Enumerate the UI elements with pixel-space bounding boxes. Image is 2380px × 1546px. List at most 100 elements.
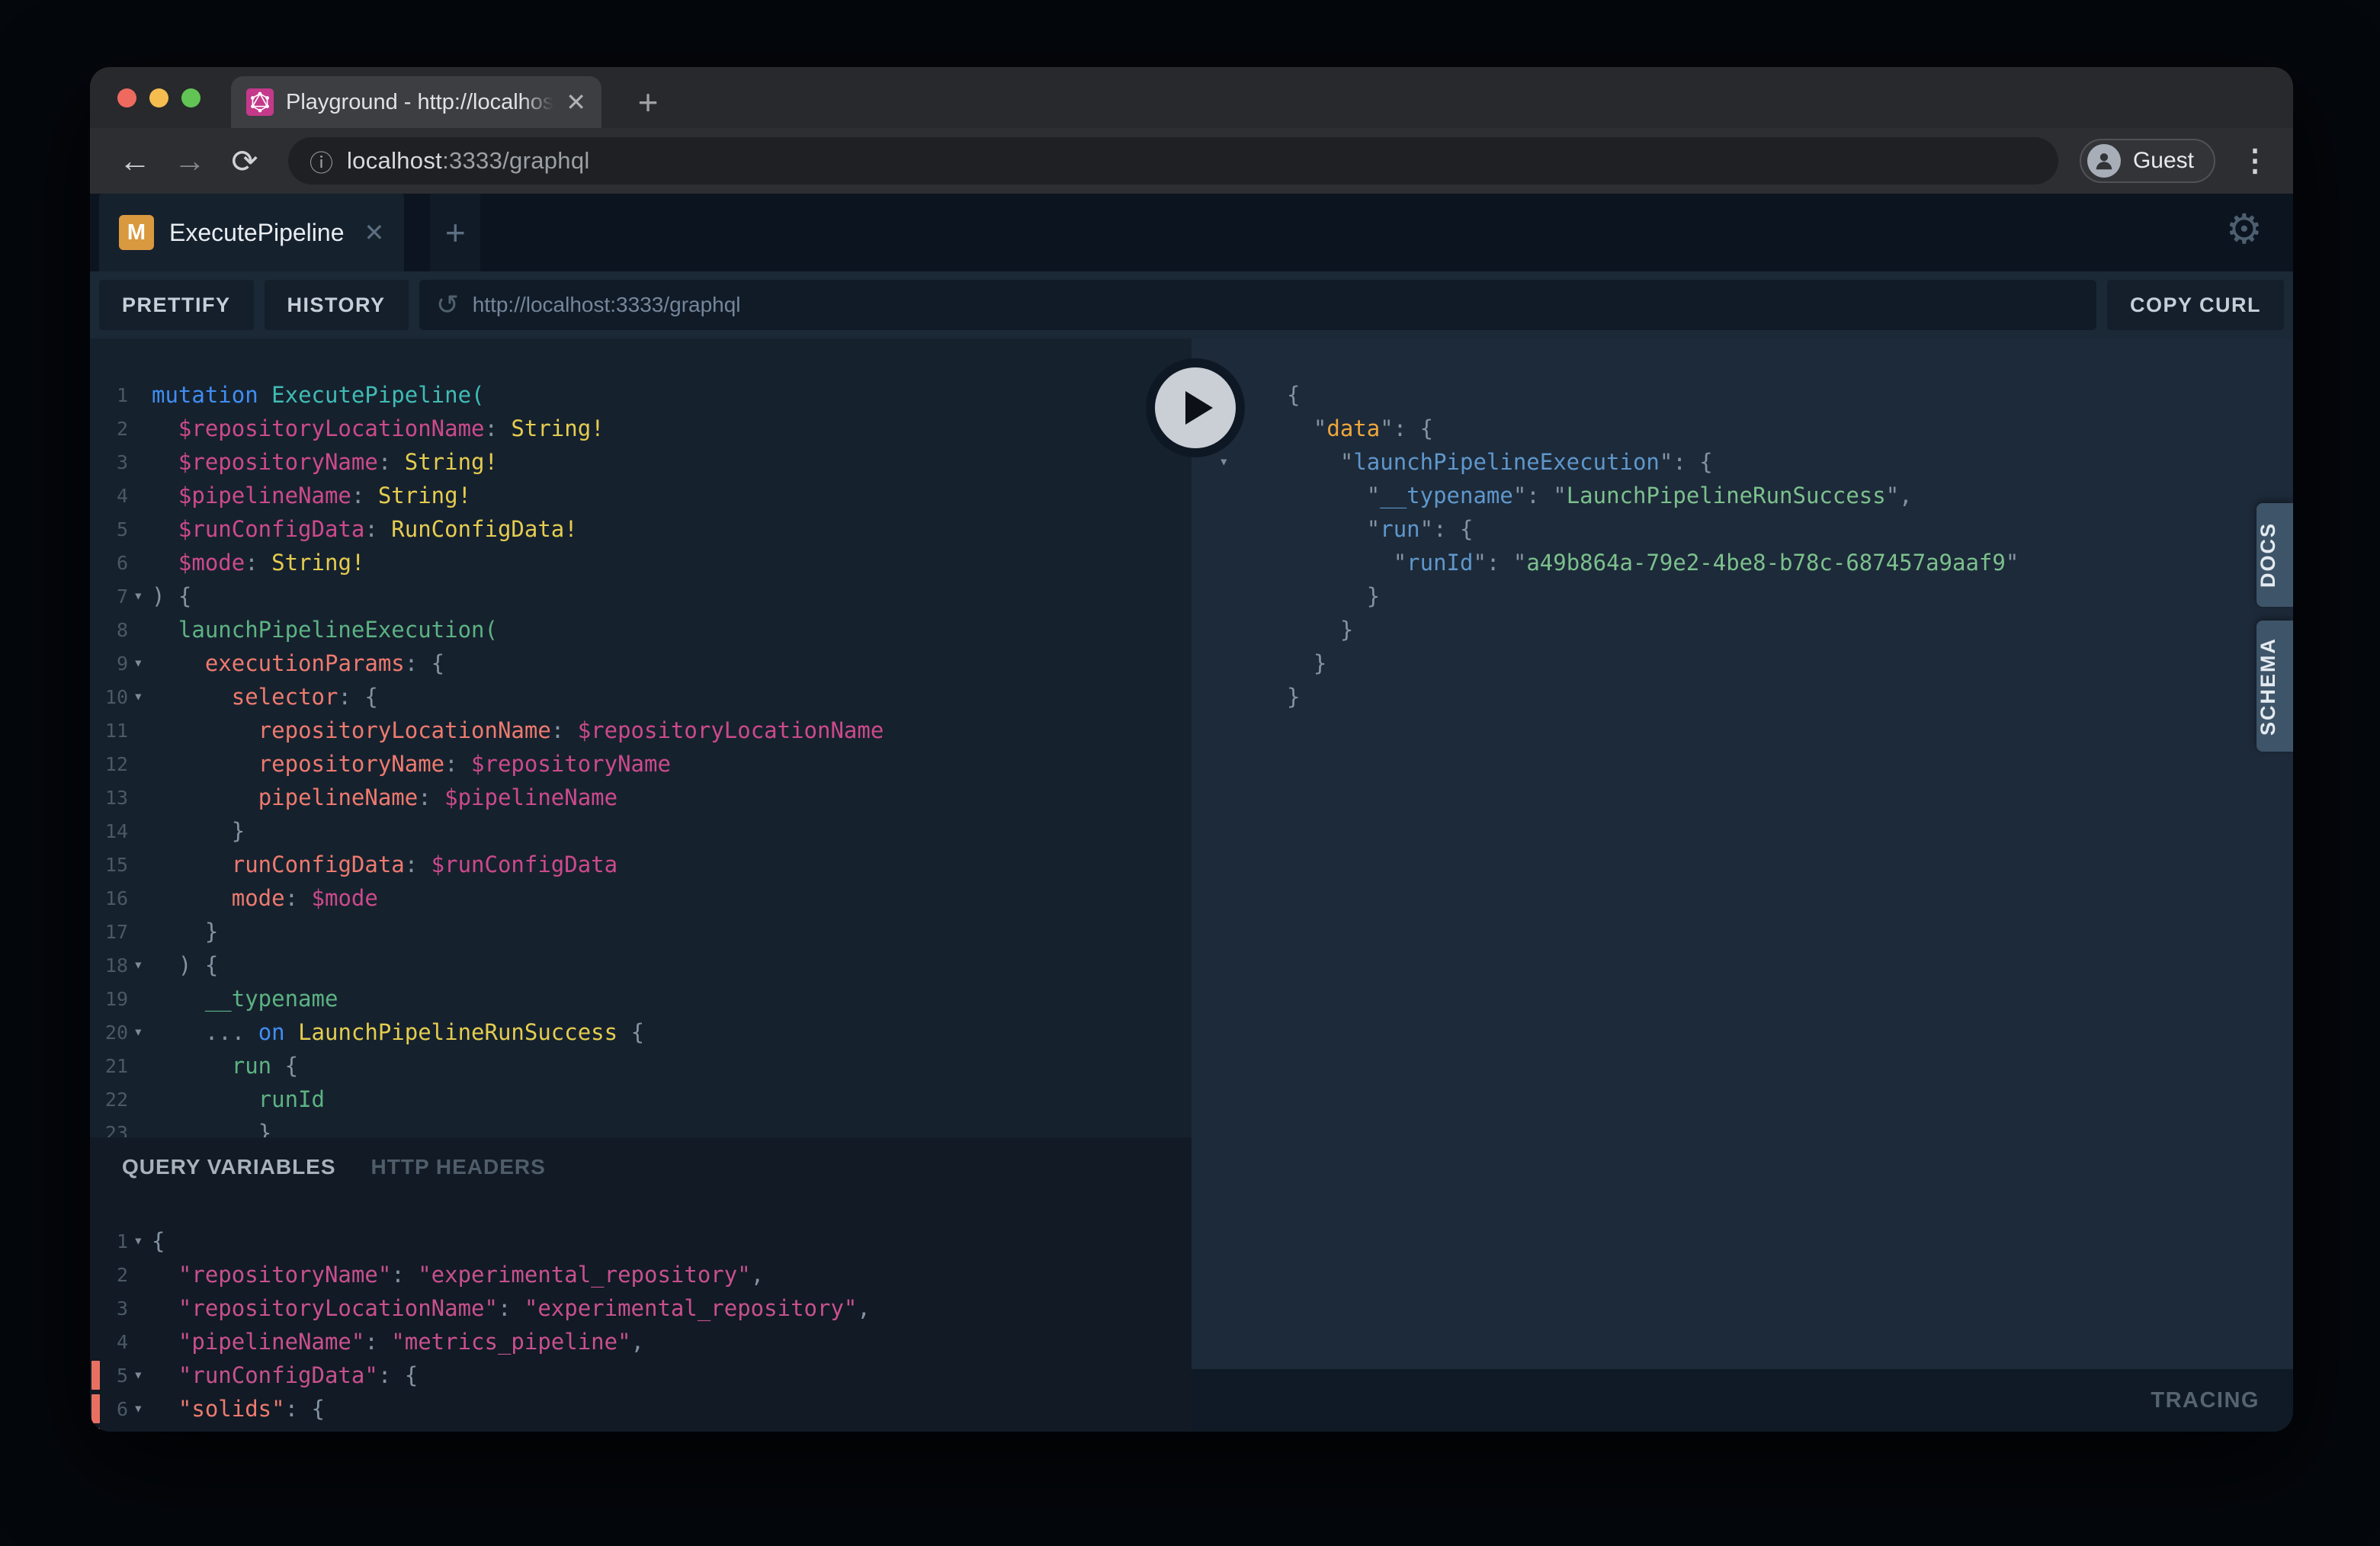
zoom-window-button[interactable] [181,88,200,107]
code-token: : { [391,1429,431,1432]
code-token: run [232,1053,271,1079]
settings-gear-icon[interactable]: ⚙ [2226,209,2263,250]
code-line[interactable]: 4 $pipelineName: String! [90,479,1192,512]
code-token: "metrics_pipeline" [391,1329,630,1355]
code-line[interactable]: "run": { [1192,512,2293,546]
code-token [152,1120,258,1137]
code-line[interactable]: 3 "repositoryLocationName": "experimenta… [90,1291,1192,1325]
tab-query-variables[interactable]: QUERY VARIABLES [122,1155,336,1179]
code-line[interactable]: 6 $mode: String! [90,546,1192,579]
code-token: $repositoryName [471,751,671,777]
reload-icon[interactable]: ⟳ [223,143,267,180]
code-line[interactable]: 2 $repositoryLocationName: String! [90,412,1192,445]
browser-menu-icon[interactable]: ⋮ [2240,143,2270,178]
tab-http-headers[interactable]: HTTP HEADERS [371,1155,546,1179]
line-number: 20 [90,1015,128,1050]
fold-arrow-icon[interactable]: ▾ [133,1425,143,1432]
forward-icon[interactable]: → [168,143,212,179]
code-line[interactable]: 11 repositoryLocationName: $repositoryLo… [90,714,1192,747]
code-line[interactable]: 7▾) { [90,579,1192,613]
tab-close-icon[interactable]: ✕ [566,88,586,117]
code-line[interactable]: 17 } [90,915,1192,948]
code-token: ) { [178,952,218,978]
code-line[interactable]: 6▾ "solids": { [90,1392,1192,1426]
history-button[interactable]: HISTORY [265,280,409,330]
response-viewer[interactable]: ▾{▾ "data": {▾ "launchPipelineExecution"… [1192,338,2293,1369]
query-editor[interactable]: 1mutation ExecutePipeline(2 $repositoryL… [90,338,1192,1137]
code-token: : [418,784,444,810]
code-line[interactable]: ▾ "launchPipelineExecution": { [1192,445,2293,479]
new-tab-button[interactable]: + [628,82,668,122]
code-token [152,952,178,978]
code-token: ": { [1420,516,1474,542]
code-line[interactable]: "runId": "a49b864a-79e2-4be8-b78c-687457… [1192,546,2293,579]
code-line[interactable]: } [1192,680,2293,714]
code-line[interactable]: 22 runId [90,1083,1192,1116]
code-token [1287,516,1367,542]
fold-arrow-icon[interactable]: ▾ [133,1224,143,1257]
code-token: : [285,885,312,911]
line-number: 8 [90,613,128,648]
request-toolbar: PRETTIFY HISTORY ↻ http://localhost:3333… [90,271,2293,338]
code-line[interactable]: 15 runConfigData: $runConfigData [90,848,1192,881]
code-line[interactable]: 4 "pipelineName": "metrics_pipeline", [90,1325,1192,1358]
site-info-icon[interactable]: ⓘ [310,144,333,178]
code-line[interactable]: 7▾ "save_metrics": { [90,1426,1192,1432]
code-line[interactable]: 10▾ selector: { [90,680,1192,714]
session-tab-executepipeline[interactable]: M ExecutePipeline ✕ [99,194,404,271]
code-line[interactable]: 9▾ executionParams: { [90,646,1192,680]
fold-arrow-icon[interactable]: ▾ [133,579,143,612]
endpoint-input[interactable]: ↻ http://localhost:3333/graphql [419,280,2096,330]
code-token: } [1367,583,1380,609]
code-line[interactable]: "__typename": "LaunchPipelineRunSuccess"… [1192,479,2293,512]
code-line[interactable]: } [1192,613,2293,646]
code-token [152,919,205,945]
fold-arrow-icon[interactable]: ▾ [133,1391,143,1425]
fold-arrow-icon[interactable]: ▾ [133,1358,143,1391]
code-line[interactable]: 12 repositoryName: $repositoryName [90,747,1192,781]
fold-arrow-icon[interactable]: ▾ [133,679,143,713]
line-number: 17 [90,915,128,950]
code-line[interactable]: 3 $repositoryName: String! [90,445,1192,479]
fold-arrow-icon[interactable]: ▾ [133,646,143,679]
code-line[interactable]: 16 mode: $mode [90,881,1192,915]
fold-arrow-icon[interactable]: ▾ [133,1015,143,1048]
execute-button[interactable] [1146,358,1245,457]
code-line[interactable]: 20▾ ... on LaunchPipelineRunSuccess { [90,1015,1192,1049]
code-line[interactable]: ▾{ [1192,378,2293,412]
code-line[interactable]: 2 "repositoryName": "experimental_reposi… [90,1258,1192,1291]
code-line[interactable]: 5▾ "runConfigData": { [90,1358,1192,1392]
code-token: repositoryName [258,751,444,777]
code-token: $repositoryName [178,449,378,475]
address-bar[interactable]: ⓘ localhost:3333/graphql [288,137,2058,184]
code-line[interactable]: 1▾{ [90,1224,1192,1258]
new-session-button[interactable]: + [430,194,480,271]
code-line[interactable]: 13 pipelineName: $pipelineName [90,781,1192,814]
code-line[interactable]: 8 launchPipelineExecution( [90,613,1192,646]
browser-tab[interactable]: Playground - http://localhost:3 ✕ [231,76,601,128]
schema-side-tab[interactable]: SCHEMA [2257,621,2293,752]
code-line[interactable]: ▾ "data": { [1192,412,2293,445]
close-window-button[interactable] [117,88,136,107]
code-line[interactable]: 1mutation ExecutePipeline( [90,378,1192,412]
code-line[interactable]: 18▾ ) { [90,948,1192,982]
variables-editor[interactable]: 1▾{2 "repositoryName": "experimental_rep… [90,1197,1192,1432]
profile-button[interactable]: Guest [2080,139,2215,183]
code-line[interactable]: 23 } [90,1116,1192,1137]
back-icon[interactable]: ← [113,143,157,179]
session-close-icon[interactable]: ✕ [364,218,384,247]
code-line[interactable]: 14 } [90,814,1192,848]
code-token [152,516,178,542]
fold-arrow-icon[interactable]: ▾ [133,948,143,981]
tracing-toggle[interactable]: TRACING [2151,1388,2260,1413]
minimize-window-button[interactable] [149,88,168,107]
code-line[interactable]: 21 run { [90,1049,1192,1083]
code-line[interactable]: 19 __typename [90,982,1192,1015]
code-line[interactable]: } [1192,579,2293,613]
prettify-button[interactable]: PRETTIFY [99,280,254,330]
docs-side-tab[interactable]: DOCS [2257,503,2293,607]
copy-curl-button[interactable]: COPY CURL [2107,280,2284,330]
code-line[interactable]: 5 $runConfigData: RunConfigData! [90,512,1192,546]
code-line[interactable]: } [1192,646,2293,680]
refresh-schema-icon[interactable]: ↻ [436,289,459,321]
